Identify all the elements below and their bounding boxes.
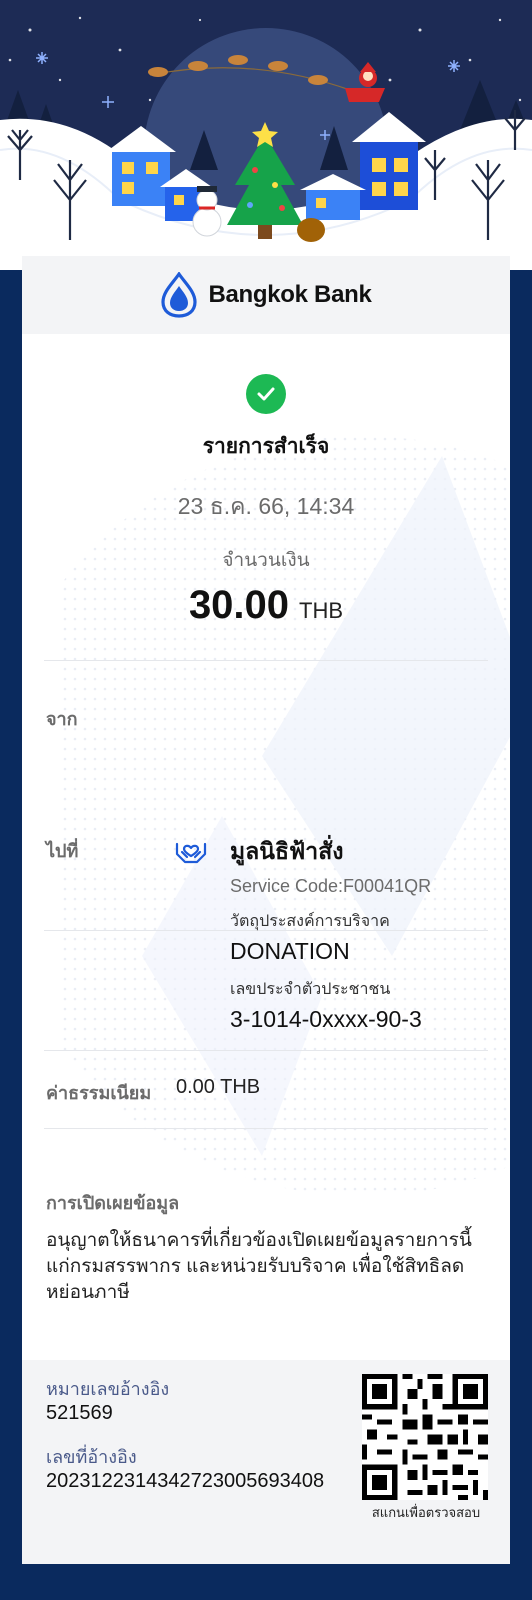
christmas-banner <box>0 0 532 270</box>
transaction-datetime: 23 ธ.ค. 66, 14:34 <box>177 493 355 519</box>
fee-label: ค่าธรรมเนียม <box>46 1083 152 1103</box>
amount-value: 30.00 <box>188 583 290 627</box>
reference-number-label: หมายเลขอ้างอิง <box>46 1379 170 1399</box>
recipient-name: มูลนิธิฟ้าสั่ง <box>230 838 344 864</box>
check-circle-icon <box>246 374 286 414</box>
amount-row: 30.00 THB <box>22 583 510 628</box>
amount-currency: THB <box>299 598 344 623</box>
disclosure-text: อนุญาตให้ธนาคารที่เกี่ยวข้องเปิดเผยข้อมู… <box>46 1230 472 1303</box>
qr-code[interactable] <box>362 1374 488 1500</box>
purpose-label: วัตถุประสงค์การบริจาค <box>230 913 390 930</box>
divider <box>44 660 488 661</box>
recipient-info: มูลนิธิฟ้าสั่ง Service Code:F00041QR วัต… <box>230 834 500 1033</box>
fee-value: 0.00 THB <box>176 1076 261 1098</box>
bangkok-bank-logo <box>161 272 198 318</box>
transaction-receipt-card: Bangkok Bank รายการสำเร็จ 23 ธ.ค. 66, 14… <box>22 256 510 1564</box>
amount-label: จำนวนเงิน <box>222 550 310 571</box>
reference-number-value: 521569 <box>46 1402 113 1424</box>
reference-id-value: 2023122314342723005693408 <box>46 1470 325 1492</box>
status-section: รายการสำเร็จ 23 ธ.ค. 66, 14:34 จำนวนเงิน… <box>22 374 510 628</box>
status-title: รายการสำเร็จ <box>202 435 330 458</box>
service-code: Service Code:F00041QR <box>230 876 432 896</box>
to-label: ไปที่ <box>46 841 79 861</box>
from-label: จาก <box>46 709 78 729</box>
citizen-id-value: 3-1014-0xxxx-90-3 <box>230 1006 422 1032</box>
reference-id-label: เลขที่อ้างอิง <box>46 1447 137 1467</box>
bank-name: Bangkok Bank <box>208 281 372 308</box>
qr-caption: สแกนเพื่อตรวจสอบ <box>371 1505 481 1520</box>
purpose-value: DONATION <box>230 938 350 964</box>
citizen-id-label: เลขประจำตัวประชาชน <box>230 981 391 998</box>
donation-hands-icon <box>175 842 207 864</box>
divider <box>44 1050 488 1051</box>
disclosure-title: การเปิดเผยข้อมูล <box>46 1193 180 1213</box>
bank-header: Bangkok Bank <box>22 256 510 334</box>
reference-footer: หมายเลขอ้างอิง 521569 เลขที่อ้างอิง 2023… <box>22 1360 510 1564</box>
divider <box>44 1128 488 1129</box>
